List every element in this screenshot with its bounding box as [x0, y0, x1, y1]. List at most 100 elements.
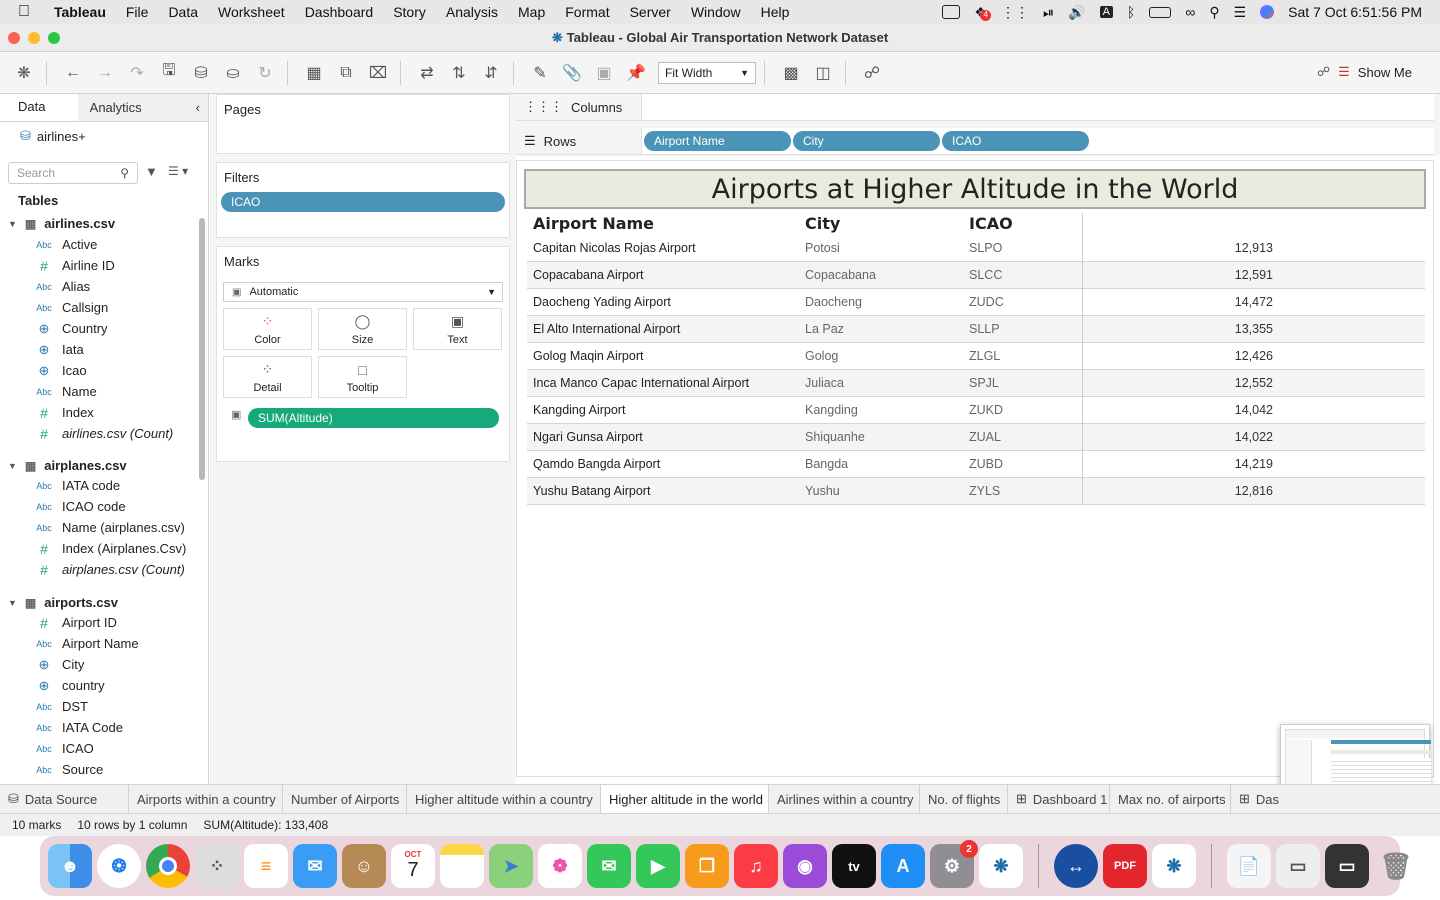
wifi-icon[interactable]: ∞ — [1185, 4, 1195, 20]
tooltip-button[interactable]: □ Tooltip — [318, 356, 407, 398]
menu-map[interactable]: Map — [508, 4, 555, 20]
table-header-airlines[interactable]: ▼ ▦ airlines.csv — [8, 216, 115, 231]
apple-icon[interactable]:  — [0, 3, 48, 21]
sort-ascending-icon[interactable]: ⇅ — [445, 61, 473, 85]
menu-window[interactable]: Window — [681, 4, 751, 20]
field-item[interactable]: Abc Active — [30, 234, 190, 255]
tab-no-of-flights[interactable]: No. of flights — [920, 785, 1008, 813]
field-item[interactable]: # airlines.csv (Count) — [30, 423, 190, 444]
tab-data[interactable]: Data — [0, 94, 78, 121]
table-row[interactable]: Ngari Gunsa Airport Shiquanhe ZUAL 14,022 — [527, 424, 1425, 451]
table-row[interactable]: Capitan Nicolas Rojas Airport Potosi SLPO 1… — [527, 235, 1425, 262]
minimize-window-button[interactable] — [28, 32, 40, 44]
field-item[interactable]: ⊕ Icao — [30, 360, 190, 381]
launchpad-icon[interactable]: ⁘ — [195, 844, 239, 888]
window2-icon[interactable]: ▭ — [1325, 844, 1369, 888]
field-item[interactable]: ⊕ Country — [30, 318, 190, 339]
facetime-icon[interactable]: ▶ — [636, 844, 680, 888]
group-icon[interactable]: 📎 — [558, 61, 586, 85]
settings-icon[interactable]: ⚙ 2 — [930, 840, 978, 888]
reminders-icon[interactable]: ≡ — [244, 844, 288, 888]
window-icon[interactable]: ▭ — [1276, 844, 1320, 888]
field-item[interactable]: Abc Name — [30, 381, 190, 402]
chrome-icon[interactable] — [146, 844, 190, 888]
search-input[interactable]: Search ⚲ — [8, 162, 138, 184]
field-item[interactable]: # Airport ID — [30, 612, 190, 633]
field-item[interactable]: Abc Source — [30, 759, 190, 780]
table-row[interactable]: Inca Manco Capac International Airport Ju… — [527, 370, 1425, 397]
header-icao[interactable]: ICAO — [969, 214, 1013, 233]
menu-story[interactable]: Story — [383, 4, 436, 20]
close-window-button[interactable] — [8, 32, 20, 44]
row-pill-airport-name[interactable]: Airport Name — [644, 131, 791, 151]
field-item[interactable]: ⊕ country — [30, 675, 190, 696]
datasource-menu-icon[interactable]: ⛀ — [219, 61, 247, 85]
control-center-icon[interactable]: ☰ — [1234, 4, 1247, 21]
maps-icon[interactable]: ➤ — [489, 844, 533, 888]
save-icon[interactable]: 🖫 — [155, 61, 183, 85]
bluetooth-icon[interactable]: ᛒ — [1127, 4, 1135, 20]
documents-icon[interactable]: 📄 — [1227, 844, 1271, 888]
refresh-icon[interactable]: ↻ — [251, 61, 279, 85]
replay-icon[interactable]: ↷ — [123, 61, 151, 85]
field-item[interactable]: # airplanes.csv (Count) — [30, 559, 190, 580]
new-worksheet-icon[interactable]: ▦ — [300, 61, 328, 85]
field-item[interactable]: # Index — [30, 402, 190, 423]
teamviewer-status-icon[interactable] — [942, 5, 961, 19]
pin-icon[interactable]: 📌 — [622, 61, 650, 85]
table-row[interactable]: Copacabana Airport Copacabana SLCC 12,591 — [527, 262, 1425, 289]
spotlight-icon[interactable]: ⚲ — [1209, 4, 1219, 21]
datasource-item[interactable]: ⛁ airlines+ — [0, 122, 208, 150]
undo-icon[interactable]: ← — [59, 61, 87, 85]
field-item[interactable]: Abc Name (airplanes.csv) — [30, 517, 190, 538]
tab-analytics[interactable]: Analytics ‹ — [77, 94, 208, 121]
tab-dashboard-1[interactable]: ⊞ Dashboard 1 — [1008, 785, 1110, 813]
notes-icon[interactable] — [440, 844, 484, 888]
field-item[interactable]: # Index (Airplanes.Csv) — [30, 538, 190, 559]
podcasts-icon[interactable]: ◉ — [783, 844, 827, 888]
worksheet-title[interactable]: Airports at Higher Altitude in the World — [524, 169, 1426, 209]
measure-pill[interactable]: SUM(Altitude) — [248, 408, 499, 428]
presentation-icon[interactable]: ◫ — [809, 61, 837, 85]
duplicate-sheet-icon[interactable]: ⧉ — [332, 61, 360, 85]
menu-server[interactable]: Server — [620, 4, 681, 20]
table-row[interactable]: Yushu Batang Airport Yushu ZYLS 12,816 — [527, 478, 1425, 505]
dropbox-icon[interactable]: ❖4 — [974, 4, 992, 21]
teamviewer-icon[interactable]: ↔ — [1054, 844, 1098, 888]
rows-shelf[interactable]: ☰ Rows Airport Name City ICAO — [516, 128, 1434, 155]
music-icon[interactable]: ♫ — [734, 844, 778, 888]
field-item[interactable]: Abc Callsign — [30, 297, 190, 318]
photos-icon[interactable]: ❁ — [538, 844, 582, 888]
tv-icon[interactable]: tv — [832, 844, 876, 888]
trash-icon[interactable]: 🗑 — [1374, 844, 1418, 888]
field-item[interactable]: Abc DST — [30, 696, 190, 717]
color-button[interactable]: ⁘ Color — [223, 308, 312, 350]
finder-icon[interactable]: ☻ — [48, 844, 92, 888]
table-row[interactable]: Golog Maqin Airport Golog ZLGL 12,426 — [527, 343, 1425, 370]
tableau-home-icon[interactable]: ❋ — [10, 61, 38, 85]
row-pill-icao[interactable]: ICAO — [942, 131, 1089, 151]
scrollbar[interactable] — [199, 218, 205, 480]
clear-sheet-icon[interactable]: ⌧ — [364, 61, 392, 85]
play-icon[interactable]: ⏯ — [1043, 4, 1054, 21]
menu-data[interactable]: Data — [158, 4, 208, 20]
pdf-icon[interactable]: PDF — [1103, 844, 1147, 888]
menu-worksheet[interactable]: Worksheet — [208, 4, 295, 20]
tab-data-source[interactable]: ⛁ Data Source — [0, 785, 129, 813]
messages-icon[interactable]: ✉ — [587, 844, 631, 888]
tab-airlines-within-country[interactable]: Airlines within a country — [769, 785, 920, 813]
labels-icon[interactable]: ▣ — [590, 61, 618, 85]
field-item[interactable]: Abc ICAO code — [30, 496, 190, 517]
tab-max-airports[interactable]: Max no. of airports — [1110, 785, 1231, 813]
tableau-icon[interactable]: ❋ — [979, 844, 1023, 888]
siri-icon[interactable] — [1260, 5, 1275, 19]
highlight-icon[interactable]: ✎ — [526, 61, 554, 85]
mark-type-dropdown[interactable]: ▣ Automatic ▼ — [223, 282, 503, 302]
contacts-icon[interactable]: ☺ — [342, 844, 386, 888]
keyboard-icon[interactable]: A — [1099, 6, 1113, 18]
columns-shelf[interactable]: ⋮⋮⋮ Columns — [516, 94, 1434, 121]
filter-icon[interactable]: ▼ — [145, 164, 158, 179]
redo-icon[interactable]: → — [91, 61, 119, 85]
sort-descending-icon[interactable]: ⇵ — [477, 61, 505, 85]
battery-icon[interactable] — [1149, 6, 1172, 18]
